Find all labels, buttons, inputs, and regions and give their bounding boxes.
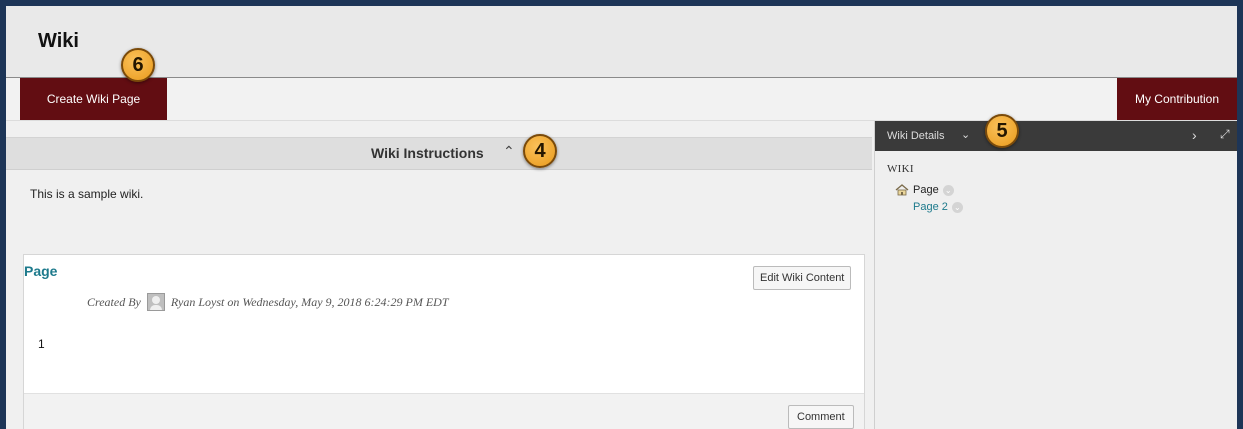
chevron-down-icon[interactable]: ⌄ xyxy=(942,184,954,196)
sidebar-item-label[interactable]: Page xyxy=(913,184,939,196)
sidebar-item-page-2[interactable]: Page 2 ⌄ xyxy=(913,201,963,213)
wiki-page-card: Page Edit Wiki Content Created By Ryan L… xyxy=(23,254,865,429)
my-contribution-button[interactable]: My Contribution xyxy=(1117,78,1237,120)
wiki-instructions-title: Wiki Instructions xyxy=(371,145,484,161)
action-bar: Create Wiki Page My Contribution xyxy=(6,78,1237,121)
avatar xyxy=(146,293,165,311)
chevron-down-icon[interactable]: ⌄ xyxy=(951,201,963,213)
created-by-prefix: Created By xyxy=(87,294,141,309)
chevron-right-icon[interactable]: › xyxy=(1192,127,1197,143)
page-card-footer: Comment xyxy=(24,393,864,429)
wiki-page-content: 1 xyxy=(38,337,45,351)
callout-badge: 6 xyxy=(121,48,155,82)
wiki-section-label: WIKI xyxy=(887,163,914,175)
create-wiki-page-button[interactable]: Create Wiki Page xyxy=(20,78,167,120)
comment-button[interactable]: Comment xyxy=(788,405,854,429)
chevron-down-icon[interactable]: ⌄ xyxy=(961,128,970,141)
wiki-page-title: Page xyxy=(24,263,58,279)
main-content: Wiki Instructions ⌃ This is a sample wik… xyxy=(6,121,872,429)
page-header: Wiki xyxy=(6,6,1237,78)
chevron-up-icon[interactable]: ⌃ xyxy=(503,143,515,160)
created-by-text: Ryan Loyst on Wednesday, May 9, 2018 6:2… xyxy=(170,294,449,309)
wiki-details-header: Wiki Details ⌄ › ⤢ xyxy=(875,121,1237,151)
edit-wiki-content-button[interactable]: Edit Wiki Content xyxy=(753,266,852,290)
wiki-details-title[interactable]: Wiki Details xyxy=(887,130,944,142)
sidebar-item-page[interactable]: Page ⌄ xyxy=(895,184,954,196)
wiki-frame: Wiki Create Wiki Page My Contribution Wi… xyxy=(0,0,1243,429)
wiki-instructions-text: This is a sample wiki. xyxy=(30,187,144,201)
wiki-details-panel: Wiki Details ⌄ › ⤢ WIKI Page ⌄ Page 2 ⌄ xyxy=(874,121,1237,429)
callout-badge: 4 xyxy=(523,134,557,168)
callout-badge: 5 xyxy=(985,114,1019,148)
sidebar-item-label[interactable]: Page 2 xyxy=(913,201,948,213)
home-icon xyxy=(895,184,909,196)
wiki-instructions-toggle[interactable]: Wiki Instructions ⌃ xyxy=(6,137,872,170)
created-by-line: Created By Ryan Loyst on Wednesday, May … xyxy=(87,293,449,311)
page-title: Wiki xyxy=(38,30,79,52)
expand-icon[interactable]: ⤢ xyxy=(1220,127,1230,142)
